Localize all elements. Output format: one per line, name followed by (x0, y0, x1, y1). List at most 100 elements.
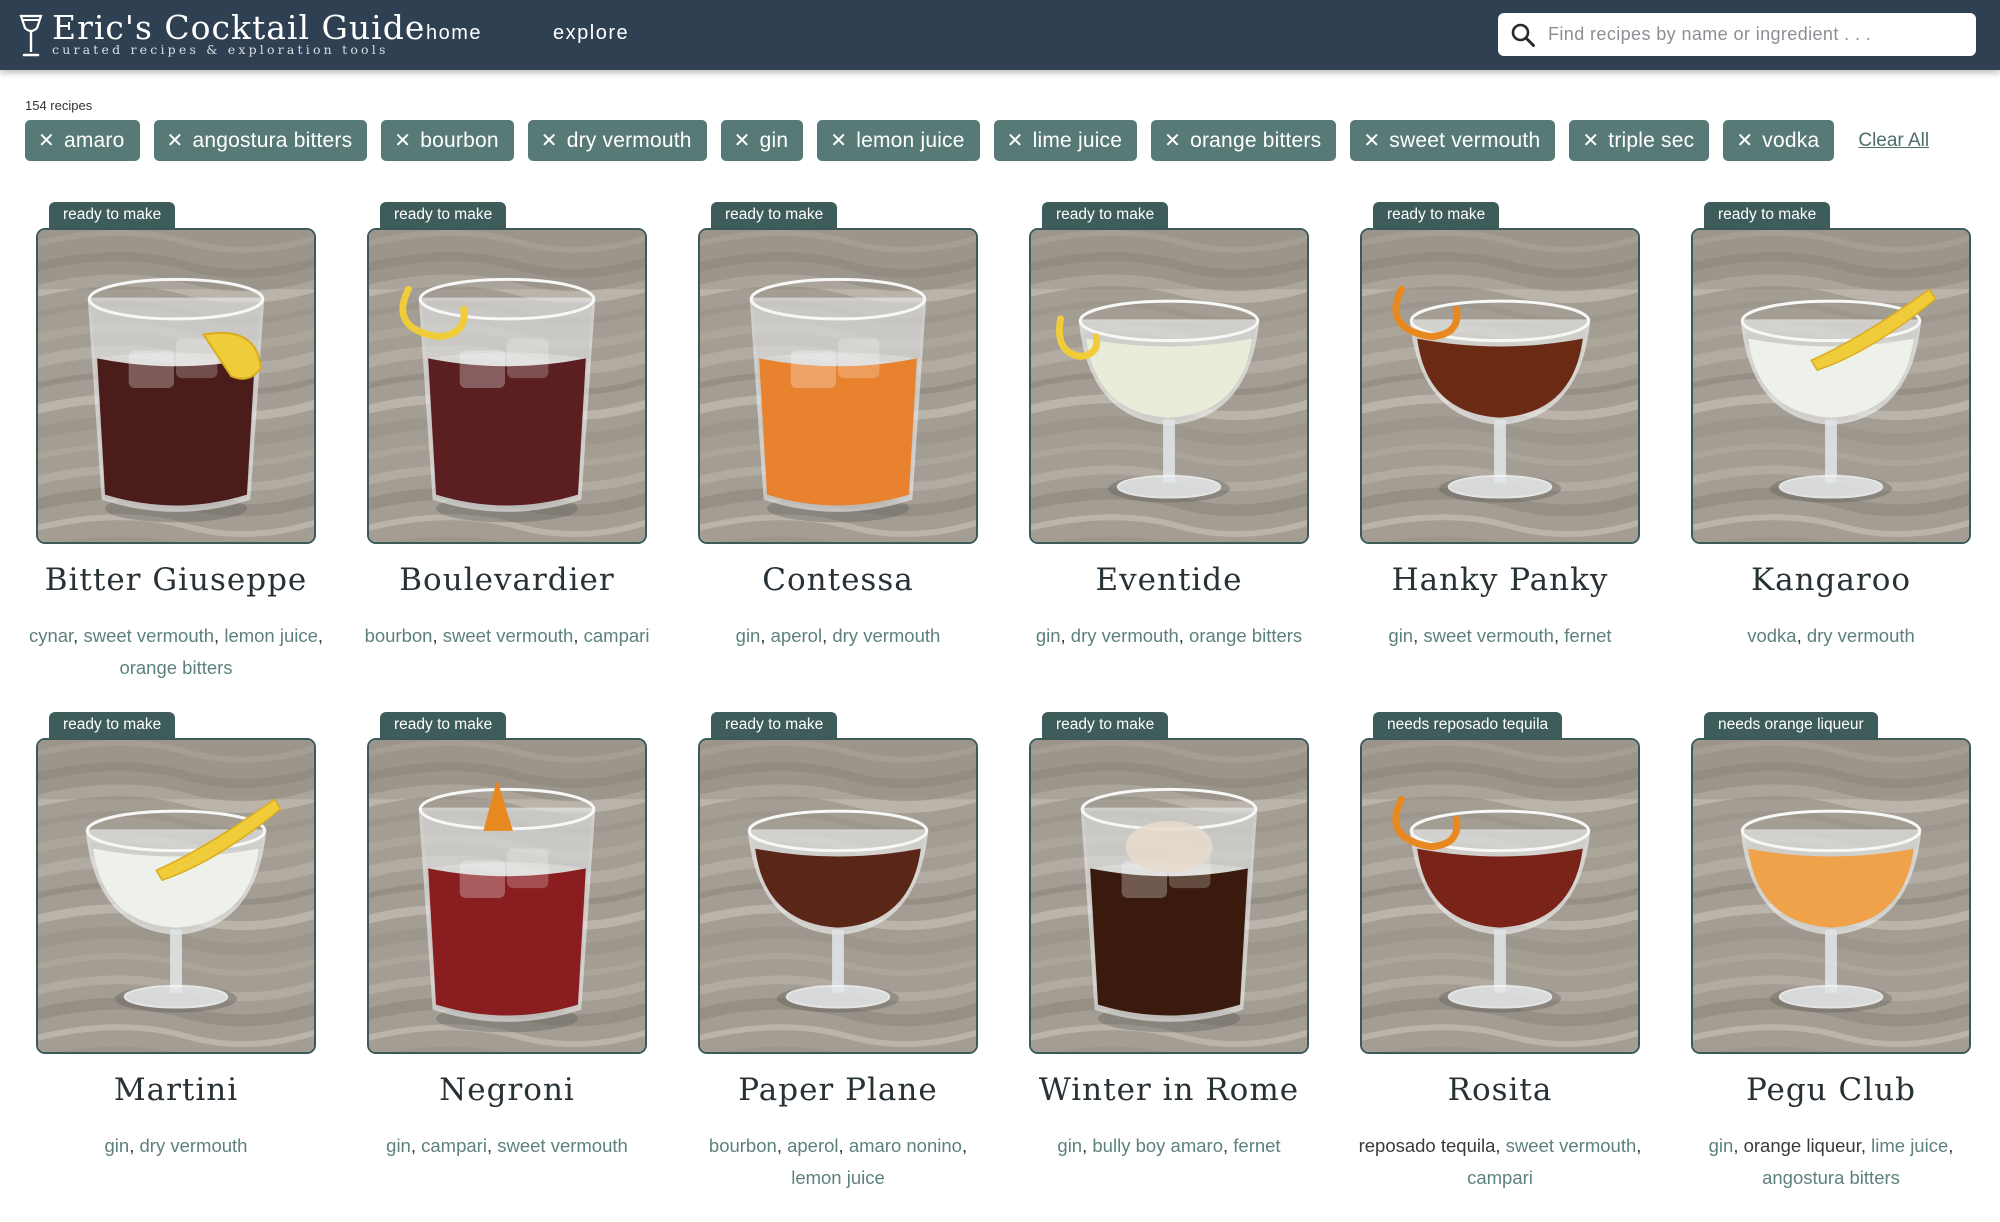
filter-chip-angostura-bitters[interactable]: ✕ angostura bitters (153, 120, 368, 161)
ingredient-link[interactable]: sweet vermouth (1506, 1135, 1637, 1156)
ingredient-link[interactable]: angostura bitters (1762, 1167, 1900, 1188)
filter-chip-sweet-vermouth[interactable]: ✕ sweet vermouth (1350, 120, 1556, 161)
ingredient-link[interactable]: lemon juice (791, 1167, 885, 1188)
filter-chip-gin[interactable]: ✕ gin (720, 120, 804, 161)
ingredient-link[interactable]: orange bitters (119, 657, 232, 678)
filter-chip-dry-vermouth[interactable]: ✕ dry vermouth (527, 120, 707, 161)
recipe-photo[interactable] (1691, 228, 1971, 544)
ingredient-link[interactable]: dry vermouth (832, 625, 940, 646)
recipe-photo[interactable] (698, 738, 978, 1054)
ingredient-link[interactable]: lemon juice (224, 625, 318, 646)
recipe-card-winter-in-rome[interactable]: ready to make Winter in Rome gin, bully bo… (1029, 712, 1309, 1222)
ingredient-link[interactable]: gin (736, 625, 761, 646)
ingredient-link[interactable]: fernet (1233, 1135, 1280, 1156)
remove-icon[interactable]: ✕ (541, 131, 558, 151)
ingredient-link[interactable]: orange bitters (1189, 625, 1302, 646)
recipe-name[interactable]: Negroni (347, 1072, 667, 1108)
ingredient-link[interactable]: campari (1467, 1167, 1533, 1188)
ingredient-link[interactable]: bully boy amaro (1092, 1135, 1223, 1156)
filter-chip-orange-bitters[interactable]: ✕ orange bitters (1151, 120, 1337, 161)
recipe-card-rosita[interactable]: needs reposado tequila Rosita reposado teq… (1359, 712, 1641, 1222)
ingredient-link[interactable]: campari (584, 625, 650, 646)
ingredient-link[interactable]: cynar (29, 625, 73, 646)
recipe-photo[interactable] (367, 738, 647, 1054)
recipe-card-kangaroo[interactable]: ready to make Kangaroo vodka, dry vermouth (1691, 202, 1971, 712)
recipe-name[interactable]: Pegu Club (1671, 1072, 1991, 1108)
ingredient-link[interactable]: aperol (787, 1135, 838, 1156)
clear-all-link[interactable]: Clear All (1858, 130, 1929, 152)
filter-chip-lemon-juice[interactable]: ✕ lemon juice (817, 120, 980, 161)
recipe-card-eventide[interactable]: ready to make Eventide gin, dry vermouth, … (1029, 202, 1309, 712)
ingredient-link[interactable]: vodka (1747, 625, 1796, 646)
remove-icon[interactable]: ✕ (1736, 131, 1753, 151)
remove-icon[interactable]: ✕ (394, 131, 411, 151)
recipe-name[interactable]: Kangaroo (1671, 562, 1991, 598)
recipe-card-martini[interactable]: ready to make Martini gin, dry vermouth (36, 712, 316, 1222)
ingredient-link[interactable]: amaro nonino (849, 1135, 962, 1156)
recipe-photo[interactable] (36, 228, 316, 544)
ingredient-link[interactable]: fernet (1564, 625, 1611, 646)
ingredient-link[interactable]: bourbon (709, 1135, 777, 1156)
remove-icon[interactable]: ✕ (830, 131, 847, 151)
remove-icon[interactable]: ✕ (167, 131, 184, 151)
recipe-name[interactable]: Boulevardier (347, 562, 667, 598)
ingredient-link[interactable]: dry vermouth (1807, 625, 1915, 646)
recipe-card-paper-plane[interactable]: ready to make Paper Plane bourbon, aperol,… (698, 712, 978, 1222)
ingredient-link[interactable]: gin (1057, 1135, 1082, 1156)
ingredient-link[interactable]: bourbon (365, 625, 433, 646)
ingredient-link[interactable]: sweet vermouth (1423, 625, 1554, 646)
ingredient-link[interactable]: gin (1709, 1135, 1734, 1156)
recipe-photo[interactable] (1029, 738, 1309, 1054)
remove-icon[interactable]: ✕ (734, 131, 751, 151)
remove-icon[interactable]: ✕ (1164, 131, 1181, 151)
ingredient-link[interactable]: lime juice (1871, 1135, 1948, 1156)
ingredient-link[interactable]: sweet vermouth (83, 625, 214, 646)
recipe-photo[interactable] (1691, 738, 1971, 1054)
ingredient-link[interactable]: dry vermouth (1071, 625, 1179, 646)
recipe-name[interactable]: Eventide (1009, 562, 1329, 598)
brand[interactable]: Eric's Cocktail Guide curated recipes & … (18, 10, 425, 62)
ingredient-link[interactable]: sweet vermouth (443, 625, 574, 646)
ingredient-link[interactable]: dry vermouth (140, 1135, 248, 1156)
ingredient-link[interactable]: gin (1388, 625, 1413, 646)
ingredient-link[interactable]: gin (1036, 625, 1061, 646)
ingredient-link[interactable]: campari (421, 1135, 487, 1156)
recipe-card-bitter-giuseppe[interactable]: ready to make Bitter Giuseppe cynar, sweet… (29, 202, 323, 712)
filter-chip-triple-sec[interactable]: ✕ triple sec (1569, 120, 1710, 161)
recipe-photo[interactable] (1360, 738, 1640, 1054)
search-input[interactable] (1548, 13, 1963, 56)
filter-chip-vodka[interactable]: ✕ vodka (1723, 120, 1835, 161)
filter-chip-amaro[interactable]: ✕ amaro (25, 120, 140, 161)
ingredient-link[interactable]: sweet vermouth (497, 1135, 628, 1156)
ingredient-link[interactable]: gin (105, 1135, 130, 1156)
nav-home-link[interactable]: home (426, 22, 482, 45)
recipe-card-pegu-club[interactable]: needs orange liqueur Pegu Club gin, orange… (1691, 712, 1971, 1222)
recipe-photo[interactable] (367, 228, 647, 544)
filter-chip-bourbon[interactable]: ✕ bourbon (381, 120, 514, 161)
recipe-photo[interactable] (1029, 228, 1309, 544)
recipe-name[interactable]: Rosita (1340, 1072, 1660, 1108)
recipe-name[interactable]: Winter in Rome (1009, 1072, 1329, 1108)
remove-icon[interactable]: ✕ (1363, 131, 1380, 151)
recipe-photo[interactable] (36, 738, 316, 1054)
filter-chip-lime-juice[interactable]: ✕ lime juice (993, 120, 1138, 161)
ingredient-link[interactable]: orange liqueur (1744, 1135, 1861, 1156)
remove-icon[interactable]: ✕ (1007, 131, 1024, 151)
recipe-name[interactable]: Martini (16, 1072, 336, 1108)
recipe-name[interactable]: Contessa (678, 562, 998, 598)
remove-icon[interactable]: ✕ (1582, 131, 1599, 151)
ingredient-link[interactable]: reposado tequila (1359, 1135, 1496, 1156)
ingredient-link[interactable]: aperol (771, 625, 822, 646)
recipe-name[interactable]: Paper Plane (678, 1072, 998, 1108)
ingredient-link[interactable]: gin (386, 1135, 411, 1156)
recipe-card-boulevardier[interactable]: ready to make Boulevardier bourbon, sweet … (365, 202, 650, 712)
nav-explore-link[interactable]: explore (553, 22, 629, 45)
recipe-card-negroni[interactable]: ready to make Negroni gin, campari, sweet … (367, 712, 647, 1222)
remove-icon[interactable]: ✕ (38, 131, 55, 151)
recipe-name[interactable]: Hanky Panky (1340, 562, 1660, 598)
recipe-name[interactable]: Bitter Giuseppe (16, 562, 336, 598)
recipe-photo[interactable] (1360, 228, 1640, 544)
recipe-card-hanky-panky[interactable]: ready to make Hanky Panky gin, sweet vermo… (1360, 202, 1640, 712)
recipe-photo[interactable] (698, 228, 978, 544)
recipe-card-contessa[interactable]: ready to make Contessa gin, aperol, dry ve… (698, 202, 978, 712)
